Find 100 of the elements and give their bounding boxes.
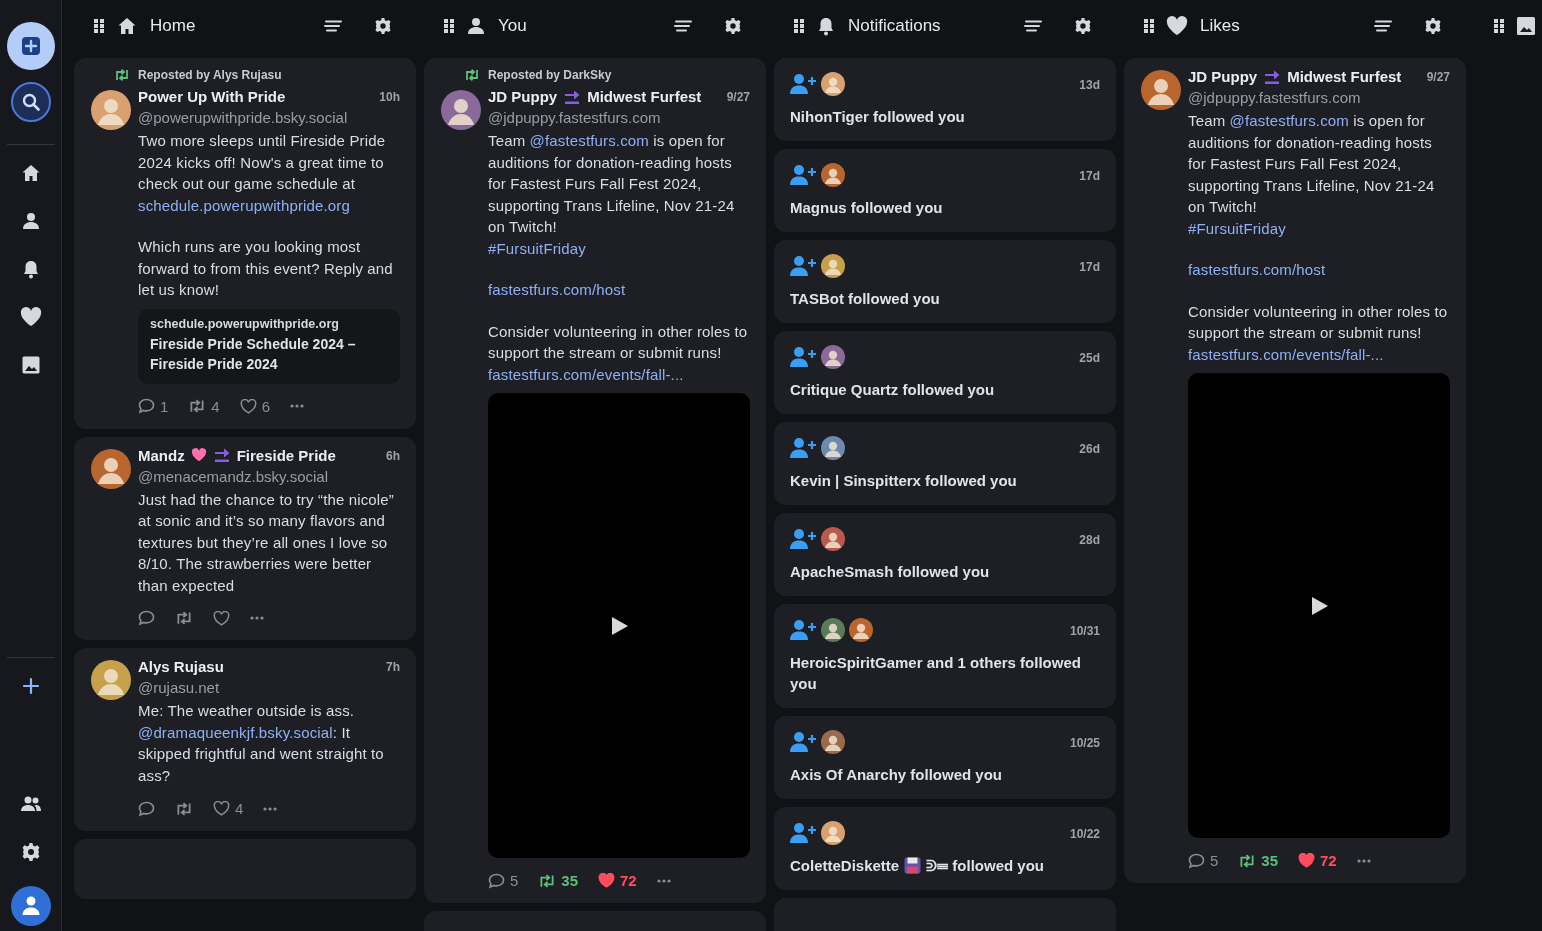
author-name[interactable]: Alys Rujasu bbox=[138, 658, 224, 675]
column-title: Home bbox=[150, 16, 197, 36]
play-icon[interactable] bbox=[611, 615, 629, 636]
search-button[interactable] bbox=[10, 82, 51, 122]
notification-card[interactable]: 17d Magnus followed you bbox=[774, 149, 1116, 232]
avatar[interactable] bbox=[1141, 70, 1181, 110]
avatar[interactable] bbox=[821, 254, 845, 278]
author-name[interactable]: JD Puppy bbox=[488, 88, 558, 105]
more-icon[interactable] bbox=[263, 806, 278, 811]
reply-icon[interactable] bbox=[1188, 852, 1205, 869]
heart-icon[interactable] bbox=[213, 801, 230, 816]
settings-icon[interactable] bbox=[374, 17, 392, 35]
notification-text: Critique Quartz followed you bbox=[790, 380, 995, 400]
avatar[interactable] bbox=[821, 730, 845, 754]
like-button[interactable]: 72 bbox=[598, 872, 637, 889]
drag-handle-icon[interactable] bbox=[794, 19, 804, 33]
author-name[interactable]: Fireside Pride bbox=[236, 446, 336, 464]
avatar[interactable] bbox=[441, 90, 481, 130]
avatar[interactable] bbox=[91, 448, 131, 489]
notification-card[interactable]: 28d ApacheSmash followed you bbox=[774, 513, 1116, 596]
avatar[interactable] bbox=[821, 436, 845, 460]
link[interactable]: #FursuitFriday bbox=[488, 239, 586, 257]
avatar[interactable] bbox=[821, 345, 845, 369]
repost-button[interactable] bbox=[175, 801, 193, 816]
reply-button[interactable]: 5 bbox=[1188, 852, 1219, 869]
settings-icon[interactable] bbox=[1424, 17, 1442, 35]
repost-icon[interactable] bbox=[538, 873, 557, 888]
link[interactable]: fastestfurs.com/host bbox=[1188, 261, 1326, 278]
play-icon[interactable] bbox=[1311, 595, 1329, 616]
settings-icon[interactable] bbox=[724, 17, 742, 35]
drag-handle-icon[interactable] bbox=[444, 19, 454, 33]
notification-card[interactable]: 25d Critique Quartz followed you bbox=[774, 331, 1116, 414]
repost-button[interactable]: 4 bbox=[188, 397, 220, 415]
reply-icon[interactable] bbox=[488, 872, 505, 889]
filter-icon[interactable] bbox=[1374, 20, 1392, 32]
heart-icon[interactable] bbox=[1298, 853, 1316, 868]
reply-button[interactable] bbox=[138, 610, 155, 626]
notification-card[interactable]: 10/22 ColetteDiskette ᕲ☰ followed you bbox=[774, 807, 1116, 890]
drag-handle-icon[interactable] bbox=[1144, 19, 1154, 33]
link[interactable]: fastestfurs.com/events/fall-... bbox=[488, 365, 684, 383]
filter-icon[interactable] bbox=[324, 20, 342, 32]
reply-button[interactable] bbox=[138, 800, 155, 817]
author-name[interactable]: JD Puppy bbox=[1188, 68, 1258, 85]
more-icon[interactable] bbox=[290, 404, 305, 408]
heart-icon[interactable] bbox=[598, 873, 616, 888]
more-icon[interactable] bbox=[1356, 858, 1371, 863]
reply-button[interactable]: 5 bbox=[488, 872, 519, 889]
like-button[interactable]: 4 bbox=[213, 800, 244, 817]
like-button[interactable]: 6 bbox=[239, 397, 271, 415]
author-name[interactable]: Midwest Furfest bbox=[587, 88, 702, 105]
repost-button[interactable] bbox=[175, 611, 193, 625]
link[interactable]: fastestfurs.com/events/fall-... bbox=[1188, 345, 1384, 363]
avatar[interactable] bbox=[821, 618, 845, 642]
post-text: Team @fastestfurs.com is open for auditions for donation-reading hosts for Fastest Furs Fall Fest 2024, supporting Trans Lifeline, Nov 21-24 on Twitch! #FursuitFriday bbox=[1188, 111, 1436, 239]
filter-icon[interactable] bbox=[1024, 20, 1042, 32]
avatar[interactable] bbox=[821, 527, 845, 551]
link[interactable]: schedule.powerupwithpride.org bbox=[138, 196, 350, 214]
avatar[interactable] bbox=[821, 821, 845, 845]
link[interactable]: @fastestfurs.com bbox=[529, 132, 649, 149]
avatar[interactable] bbox=[849, 618, 873, 642]
author-handle: @jdpuppy.fastestfurs.com bbox=[488, 108, 662, 128]
notification-text: NihonTiger followed you bbox=[790, 107, 965, 127]
drag-handle-icon[interactable] bbox=[94, 19, 104, 33]
account-avatar[interactable] bbox=[10, 886, 51, 926]
repost-icon[interactable] bbox=[1238, 853, 1257, 868]
reply-icon[interactable] bbox=[138, 398, 155, 414]
drag-handle-icon[interactable] bbox=[1494, 19, 1504, 33]
avatar[interactable] bbox=[821, 72, 845, 96]
people-icon[interactable] bbox=[19, 795, 42, 813]
like-button[interactable]: 72 bbox=[1298, 852, 1337, 869]
link[interactable]: @dramaqueenkjf.bsky.social bbox=[138, 723, 333, 741]
notification-card[interactable]: 10/25 Axis Of Anarchy followed you bbox=[774, 716, 1116, 799]
author-name[interactable]: Mandz bbox=[138, 446, 185, 464]
more-icon[interactable] bbox=[656, 878, 671, 883]
search-icon[interactable] bbox=[20, 92, 41, 112]
repost-button[interactable]: 35 bbox=[538, 872, 579, 889]
link[interactable]: #FursuitFriday bbox=[1188, 219, 1286, 237]
plus-icon[interactable] bbox=[21, 677, 40, 695]
settings-icon[interactable] bbox=[1074, 17, 1092, 35]
compose-button[interactable] bbox=[6, 22, 55, 70]
link-preview-card[interactable]: schedule.powerupwithpride.org Fireside Pride Schedule 2024 – Fireside Pride 2024 bbox=[138, 308, 400, 384]
notification-card[interactable]: 26d Kevin | Sinspitterx followed you bbox=[774, 422, 1116, 505]
notification-card[interactable]: 13d NihonTiger followed you bbox=[774, 58, 1116, 141]
notification-card[interactable]: 10/31 HeroicSpiritGamer and 1 others followed you bbox=[774, 604, 1116, 708]
repost-button[interactable]: 35 bbox=[1238, 852, 1279, 869]
link[interactable]: fastestfurs.com/host bbox=[488, 281, 626, 298]
avatar[interactable] bbox=[91, 90, 131, 130]
compose-icon[interactable] bbox=[19, 35, 42, 57]
author-name[interactable]: Power Up With Pride bbox=[138, 88, 286, 105]
notification-card[interactable]: 17d TASBot followed you bbox=[774, 240, 1116, 323]
like-button[interactable] bbox=[213, 610, 230, 626]
heart-icon[interactable] bbox=[239, 398, 257, 414]
filter-icon[interactable] bbox=[674, 20, 692, 32]
avatar[interactable] bbox=[91, 660, 131, 700]
author-name[interactable]: Midwest Furfest bbox=[1287, 68, 1402, 85]
repost-icon[interactable] bbox=[188, 399, 207, 413]
more-icon[interactable] bbox=[250, 616, 264, 620]
reply-button[interactable]: 1 bbox=[138, 397, 169, 415]
link[interactable]: @fastestfurs.com bbox=[1229, 112, 1349, 129]
avatar[interactable] bbox=[821, 163, 845, 187]
